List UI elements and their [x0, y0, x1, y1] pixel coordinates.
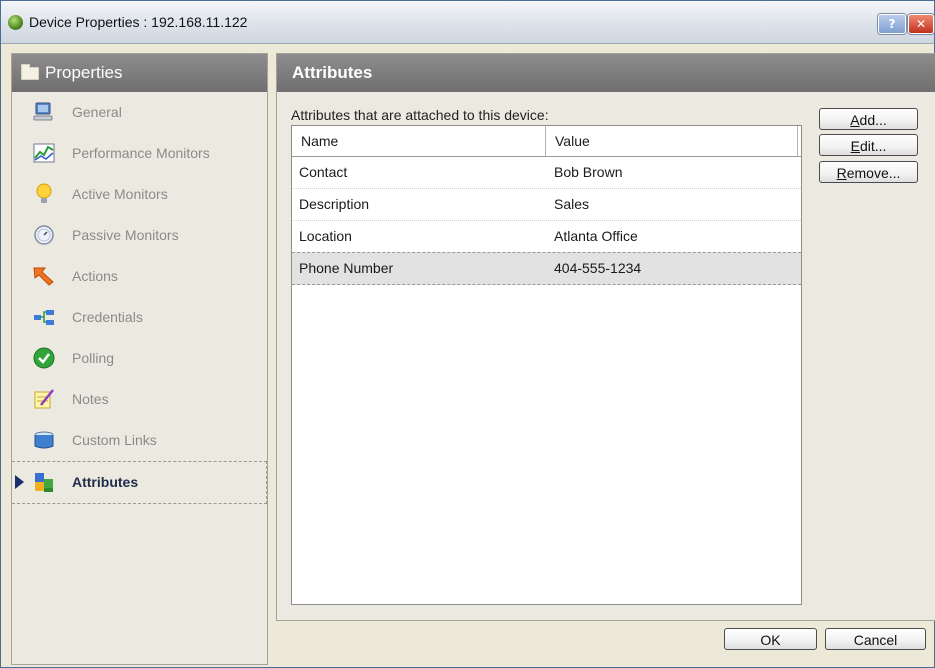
sidebar-item-notes[interactable]: Notes	[12, 379, 267, 420]
sidebar-item-general[interactable]: General	[12, 92, 267, 133]
list-header: Name Value	[292, 126, 801, 157]
sidebar-item-label: Active Monitors	[72, 186, 168, 202]
sidebar-item-polling[interactable]: Polling	[12, 338, 267, 379]
list-caption: Attributes that are attached to this dev…	[291, 107, 549, 123]
edit-button[interactable]: Edit...	[819, 134, 918, 156]
cancel-button[interactable]: Cancel	[825, 628, 926, 650]
gauge-icon	[34, 225, 54, 245]
jar-icon	[34, 431, 54, 449]
table-row[interactable]: Contact Bob Brown	[292, 157, 801, 189]
edit-mnemonic: E	[850, 138, 860, 154]
table-row[interactable]: Description Sales	[292, 189, 801, 221]
notepad-icon	[34, 389, 54, 409]
sidebar-item-label: General	[72, 104, 122, 120]
sidebar-item-label: Passive Monitors	[72, 227, 179, 243]
sidebar-item-custom-links[interactable]: Custom Links	[12, 420, 267, 461]
remove-mnemonic: R	[836, 165, 847, 181]
row-value: Atlanta Office	[554, 228, 638, 244]
row-name: Description	[299, 196, 370, 212]
app-icon	[8, 15, 23, 30]
sidebar-item-active-monitors[interactable]: Active Monitors	[12, 174, 267, 215]
attributes-list[interactable]: Name Value Contact Bob Brown Description…	[291, 125, 802, 605]
computer-icon	[33, 102, 53, 121]
sidebar-item-credentials[interactable]: Credentials	[12, 297, 267, 338]
sidebar-item-label: Notes	[72, 391, 109, 407]
table-row-selected[interactable]: Phone Number 404-555-1234	[292, 252, 801, 285]
lightbulb-icon	[36, 183, 52, 203]
arrow-icon	[33, 267, 54, 286]
remove-label: emove...	[846, 165, 901, 181]
checkmark-icon	[33, 347, 55, 369]
sidebar-item-label: Performance Monitors	[72, 145, 210, 161]
title-bar: Device Properties : 192.168.11.122 ? ✕	[1, 1, 934, 44]
table-row[interactable]: Location Atlanta Office	[292, 221, 801, 253]
blocks-icon	[35, 473, 53, 492]
network-icon	[34, 310, 54, 325]
ok-button[interactable]: OK	[724, 628, 817, 650]
sidebar-item-label: Custom Links	[72, 432, 157, 448]
row-value: Bob Brown	[554, 164, 623, 180]
sidebar-item-label: Attributes	[72, 474, 139, 490]
remove-button[interactable]: Remove...	[819, 161, 918, 183]
sidebar-item-attributes[interactable]: Attributes	[12, 461, 267, 504]
column-header-name[interactable]: Name	[292, 126, 546, 156]
window-title: Device Properties : 192.168.11.122	[29, 14, 248, 30]
sidebar-header: Properties	[12, 54, 267, 92]
row-value: Sales	[554, 196, 590, 212]
folder-icon	[21, 64, 39, 80]
row-name: Phone Number	[299, 260, 394, 276]
sidebar-item-passive-monitors[interactable]: Passive Monitors	[12, 215, 267, 256]
device-properties-dialog: Device Properties : 192.168.11.122 ? ✕ P…	[0, 0, 935, 668]
column-header-value[interactable]: Value	[546, 126, 798, 156]
row-value: 404-555-1234	[554, 260, 642, 276]
sidebar-item-label: Polling	[72, 350, 115, 366]
attributes-header: Attributes	[277, 54, 935, 92]
row-name: Location	[299, 228, 352, 244]
help-button[interactable]: ?	[878, 14, 906, 34]
sidebar-item-label: Actions	[72, 268, 118, 284]
sidebar-item-performance-monitors[interactable]: Performance Monitors	[12, 133, 267, 174]
row-name: Contact	[299, 164, 348, 180]
sidebar-item-label: Credentials	[72, 309, 143, 325]
chart-icon	[33, 143, 55, 163]
properties-sidebar: Properties General Performance Monitors …	[11, 53, 268, 665]
close-button[interactable]: ✕	[908, 14, 934, 34]
edit-label: dit...	[859, 138, 887, 154]
add-label: dd...	[859, 112, 887, 128]
sidebar-header-label: Properties	[45, 63, 123, 82]
add-mnemonic: A	[850, 112, 860, 128]
selected-arrow-icon	[15, 475, 24, 489]
sidebar-item-actions[interactable]: Actions	[12, 256, 267, 297]
add-button[interactable]: Add...	[819, 108, 918, 130]
